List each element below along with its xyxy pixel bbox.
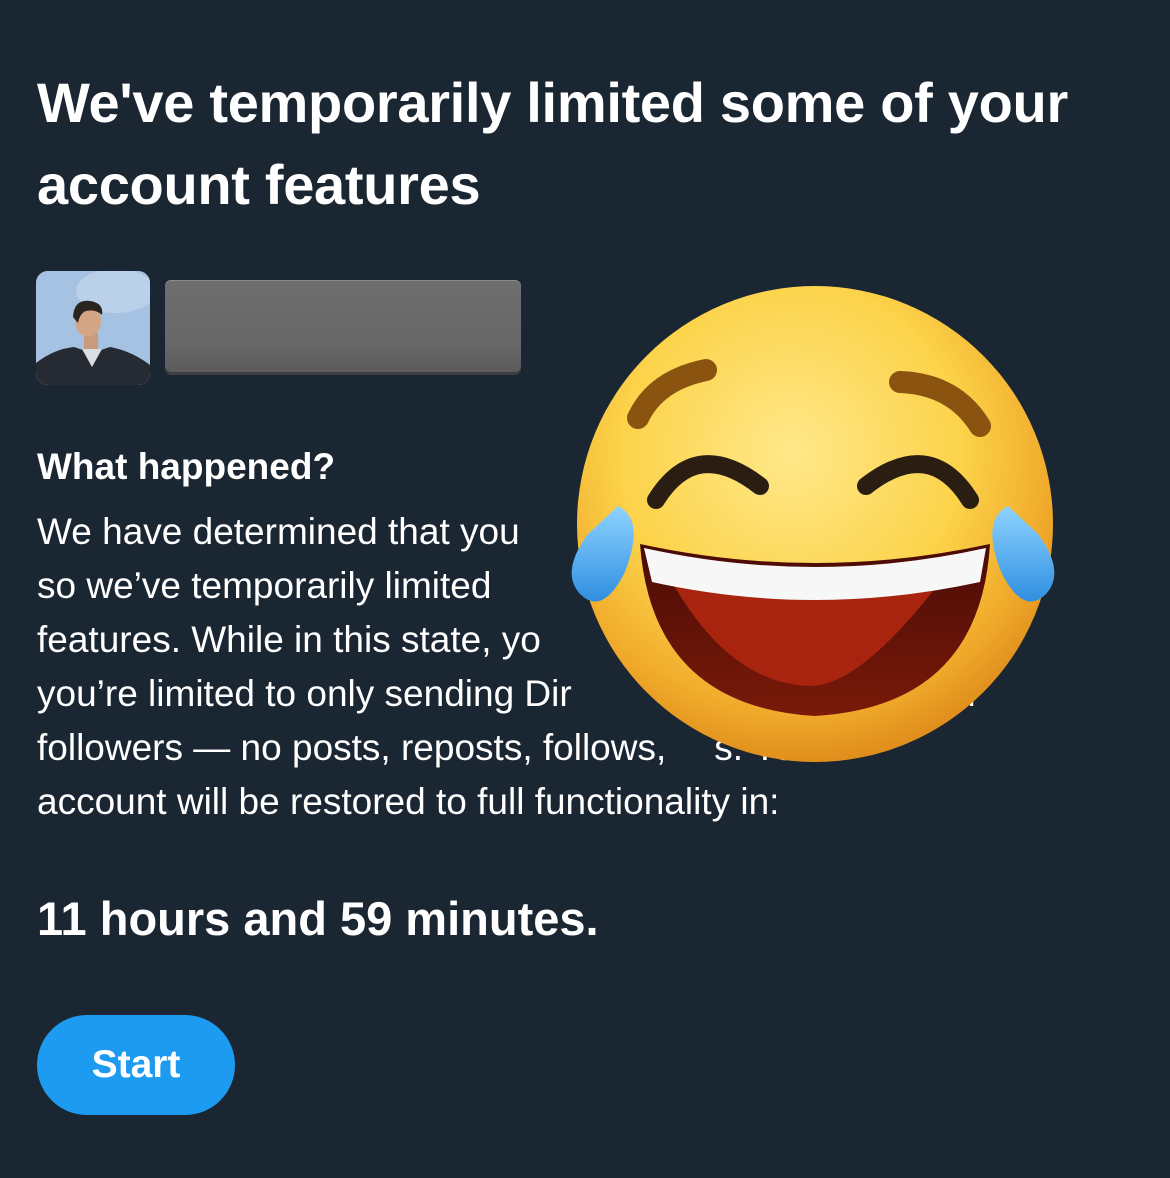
avatar <box>36 271 150 385</box>
profile-photo-icon <box>36 271 150 385</box>
restore-countdown: 11 hours and 59 minutes. <box>37 892 599 945</box>
what-happened-heading: What happened? <box>37 446 336 487</box>
page-title: We've temporarily limited some of your a… <box>37 71 1068 216</box>
face-with-tears-of-joy-icon <box>560 286 1070 766</box>
limited-account-screen: We've temporarily limited some of your a… <box>0 0 1170 1178</box>
explanation-line: account will be restored to full functio… <box>37 781 780 822</box>
start-button[interactable]: Start <box>37 1015 235 1115</box>
redacted-username <box>165 280 521 372</box>
